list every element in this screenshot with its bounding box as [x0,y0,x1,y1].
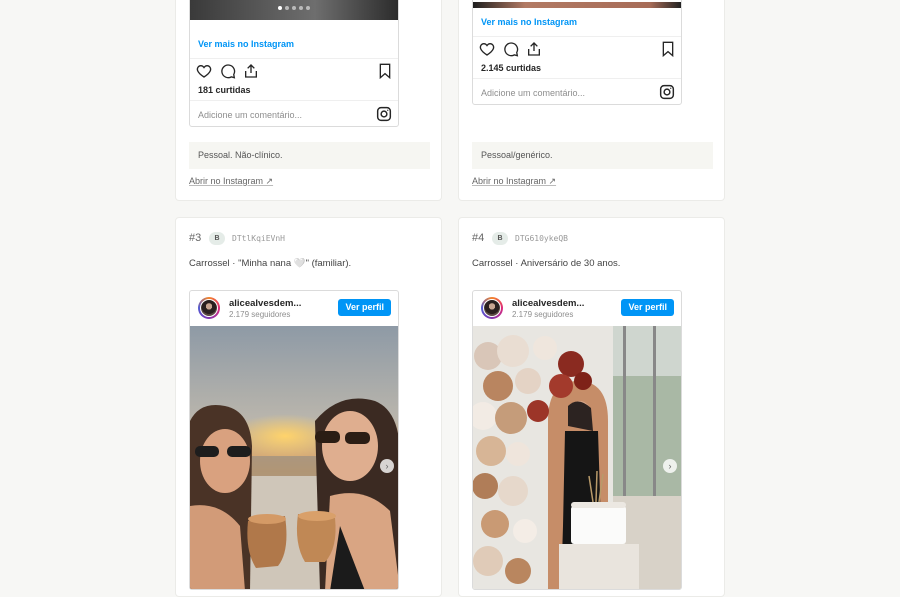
instagram-embed[interactable]: Ver mais no Instagram 2.145 curtidas Adi… [472,0,682,105]
type-badge: B [209,232,225,245]
instagram-icon[interactable] [376,106,392,122]
comment-input[interactable]: Adicione um comentário... [198,110,302,120]
post-photo[interactable] [190,0,398,20]
see-more-link[interactable]: Ver mais no Instagram [481,17,577,27]
chevron-right-icon[interactable]: › [380,459,394,473]
post-description: Carrossel · Aniversário de 30 anos. [472,258,621,269]
see-more-link[interactable]: Ver mais no Instagram [198,39,294,49]
comment-input[interactable]: Adicione um comentário... [481,88,585,98]
heart-icon[interactable] [196,63,212,79]
birthday-party-photo [473,326,681,589]
username[interactable]: alicealvesdem... [229,298,301,309]
avatar[interactable] [481,297,503,319]
comment-icon[interactable] [503,41,519,57]
open-instagram-link[interactable]: Abrir no Instagram ↗ [472,176,556,187]
post-card-2: Ver mais no Instagram 2.145 curtidas Adi… [458,0,725,201]
instagram-embed[interactable]: alicealvesdem... 2.179 seguidores Ver pe… [189,290,399,590]
instagram-embed[interactable]: alicealvesdem... 2.179 seguidores Ver pe… [472,290,682,590]
post-photo[interactable]: › [473,326,681,589]
bookmark-icon[interactable] [660,41,676,57]
avatar[interactable] [198,297,220,319]
post-card-3: #3 B DTtlKqiEVnH Carrossel · "Minha nana… [175,217,442,597]
post-index: #3 [189,232,202,244]
post-card-1: Ver mais no Instagram 181 curtidas Adici… [175,0,442,201]
beach-selfie-photo [190,326,398,589]
chevron-right-icon[interactable]: › [663,459,677,473]
note-text: Pessoal/genérico. [481,150,553,160]
divider [190,100,398,101]
embed-header: alicealvesdem... 2.179 seguidores Ver pe… [473,291,681,327]
share-icon[interactable] [243,63,259,79]
share-icon[interactable] [526,41,542,57]
heart-icon[interactable] [479,41,495,57]
divider [473,36,681,37]
post-code: DTG610ykeQB [515,234,568,243]
post-code: DTtlKqiEVnH [232,234,285,243]
embed-header: alicealvesdem... 2.179 seguidores Ver pe… [190,291,398,327]
followers-count: 2.179 seguidores [229,310,291,319]
divider [190,58,398,59]
open-instagram-link[interactable]: Abrir no Instagram ↗ [189,176,273,187]
view-profile-button[interactable]: Ver perfil [338,299,391,316]
username[interactable]: alicealvesdem... [512,298,584,309]
post-index: #4 [472,232,485,244]
post-description: Carrossel · "Minha nana 🤍" (familiar). [189,258,352,269]
carousel-dots [278,6,310,10]
note-text: Pessoal. Não-clínico. [198,150,283,160]
type-badge: B [492,232,508,245]
likes-count: 2.145 curtidas [481,63,542,73]
bookmark-icon[interactable] [377,63,393,79]
post-photo[interactable]: › [190,326,398,589]
likes-count: 181 curtidas [198,85,251,95]
instagram-icon[interactable] [659,84,675,100]
note-box: Pessoal. Não-clínico. [189,142,430,169]
followers-count: 2.179 seguidores [512,310,574,319]
comment-icon[interactable] [220,63,236,79]
divider [473,78,681,79]
post-photo[interactable] [473,2,681,8]
note-box: Pessoal/genérico. [472,142,713,169]
post-card-4: #4 B DTG610ykeQB Carrossel · Aniversário… [458,217,725,597]
view-profile-button[interactable]: Ver perfil [621,299,674,316]
instagram-embed[interactable]: Ver mais no Instagram 181 curtidas Adici… [189,0,399,127]
